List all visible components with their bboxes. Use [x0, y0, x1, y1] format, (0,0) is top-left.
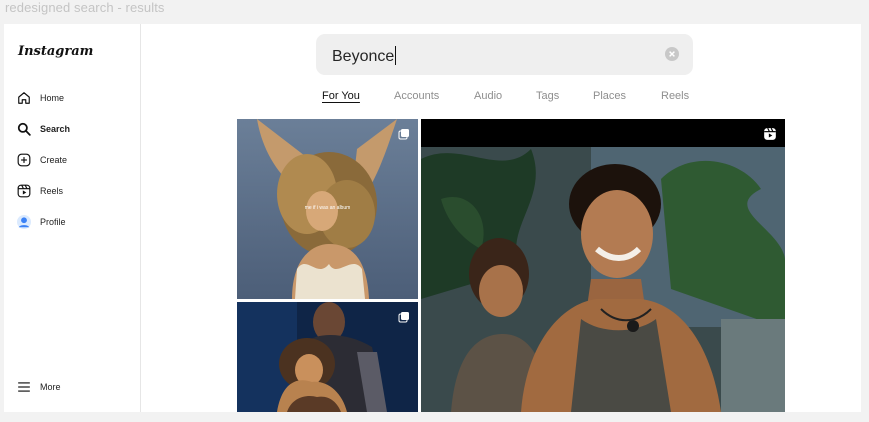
sidebar-item-more[interactable]: More — [16, 376, 61, 398]
reels-icon — [763, 127, 777, 146]
sidebar-item-label: Home — [40, 93, 65, 103]
sidebar: Instagram Home Search Create Reels Profi… — [4, 24, 141, 412]
clear-search-icon[interactable] — [665, 47, 679, 61]
frame-title: redesigned search - results — [5, 0, 165, 15]
result-thumbnail — [237, 302, 418, 412]
result-tile[interactable] — [237, 302, 418, 412]
search-input-value[interactable]: Beyonce — [332, 46, 397, 66]
sidebar-item-label: Reels — [40, 186, 64, 196]
tab-accounts[interactable]: Accounts — [394, 90, 439, 102]
tab-audio[interactable]: Audio — [474, 90, 502, 102]
carousel-icon — [398, 310, 410, 328]
sidebar-item-label: Search — [40, 124, 71, 134]
profile-avatar-icon — [16, 214, 32, 230]
sidebar-item-profile[interactable]: Profile — [16, 211, 66, 233]
sidebar-item-label: Create — [40, 155, 68, 165]
sidebar-item-label: More — [40, 382, 61, 392]
result-caption: me if i was an album — [304, 205, 351, 211]
sidebar-item-search[interactable]: Search — [16, 118, 70, 140]
sidebar-item-reels[interactable]: Reels — [16, 180, 63, 202]
instagram-logo[interactable]: Instagram — [18, 44, 93, 59]
tab-places[interactable]: Places — [593, 90, 626, 102]
results-grid: me if i was an album — [237, 119, 785, 412]
instagram-app: Instagram Home Search Create Reels Profi… — [4, 24, 861, 412]
result-thumbnail — [421, 119, 785, 412]
carousel-icon — [398, 127, 410, 145]
result-tile[interactable] — [421, 119, 785, 412]
sidebar-item-create[interactable]: Create — [16, 149, 67, 171]
sidebar-item-label: Profile — [40, 217, 66, 227]
search-input[interactable]: Beyonce — [316, 34, 693, 75]
tab-for-you[interactable]: For You — [322, 90, 360, 102]
tab-reels[interactable]: Reels — [661, 90, 689, 102]
tab-tags[interactable]: Tags — [536, 90, 559, 102]
create-icon — [16, 152, 32, 168]
result-tile[interactable]: me if i was an album — [237, 119, 418, 299]
reels-icon — [16, 183, 32, 199]
text-caret — [395, 46, 397, 65]
sidebar-item-home[interactable]: Home — [16, 87, 64, 109]
hamburger-menu-icon — [16, 379, 32, 395]
home-icon — [16, 90, 32, 106]
result-tabs: For You Accounts Audio Tags Places Reels — [141, 90, 861, 108]
search-results-panel: Beyonce For You Accounts Audio Tags Plac… — [141, 24, 861, 412]
search-icon — [16, 121, 32, 137]
